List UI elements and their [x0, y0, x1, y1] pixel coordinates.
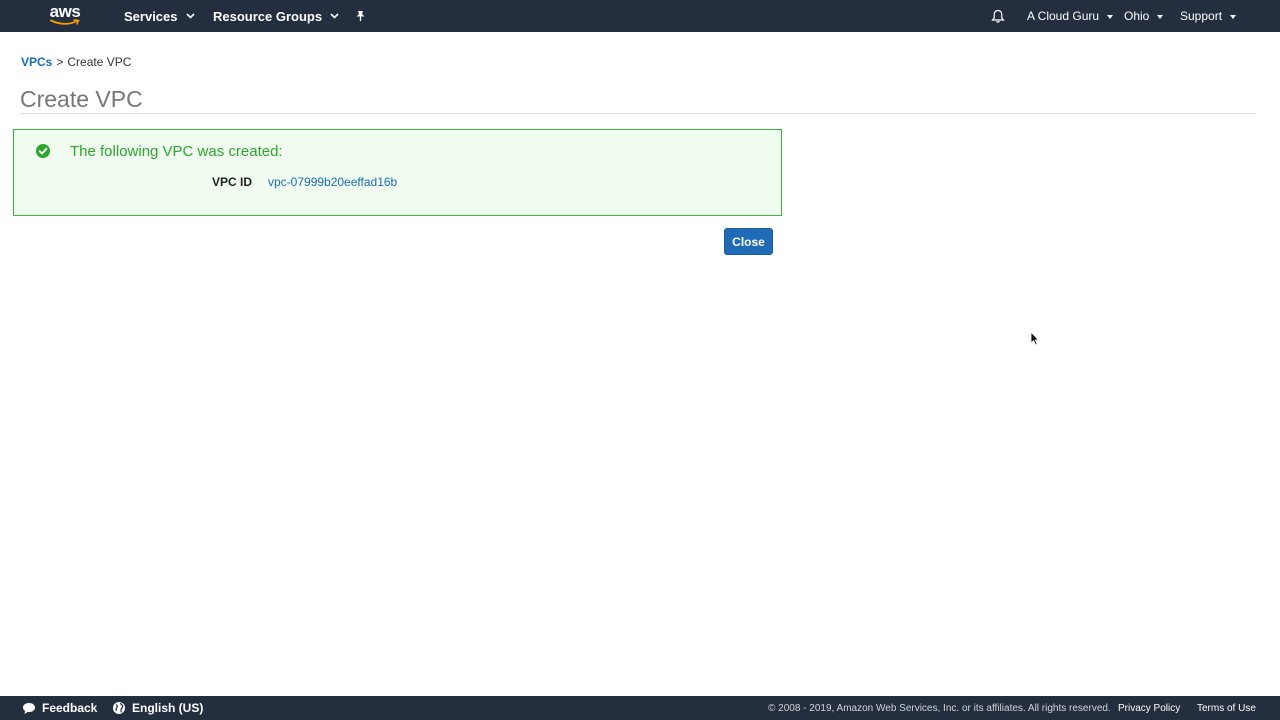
vpc-id-link[interactable]: vpc-07999b20eeffad16b [268, 175, 397, 189]
bell-icon [991, 9, 1005, 23]
check-circle-icon [36, 144, 50, 158]
page-title: Create VPC [20, 86, 143, 112]
aws-logo-text: aws [49, 2, 81, 21]
language-label: English (US) [132, 701, 204, 715]
chevron-down-icon [330, 13, 339, 19]
notifications-button[interactable] [991, 0, 1005, 32]
privacy-policy-link[interactable]: Privacy Policy [1118, 696, 1180, 720]
chevron-down-icon [185, 13, 195, 19]
success-alert: The following VPC was created: VPC ID vp… [13, 129, 782, 216]
language-selector[interactable]: English (US) [112, 696, 203, 720]
breadcrumb-current: Create VPC [67, 55, 132, 69]
aws-logo[interactable]: aws [47, 3, 83, 29]
services-menu[interactable]: Services [124, 0, 195, 32]
vpc-id-label: VPC ID [212, 175, 253, 189]
mouse-cursor-icon [1030, 331, 1040, 346]
resource-groups-menu[interactable]: Resource Groups [213, 0, 339, 32]
title-divider [20, 113, 1256, 114]
support-menu-label: Support [1180, 9, 1223, 23]
globe-icon [113, 702, 125, 714]
support-menu[interactable]: Support [1180, 0, 1237, 32]
breadcrumb-vpcs-link[interactable]: VPCs [21, 55, 52, 69]
caret-down-icon [1157, 14, 1164, 19]
feedback-label: Feedback [42, 701, 98, 715]
caret-down-icon [1107, 14, 1114, 19]
terms-of-use-link[interactable]: Terms of Use [1197, 696, 1256, 720]
speech-bubble-icon [23, 702, 35, 714]
account-menu-label: A Cloud Guru [1027, 9, 1100, 23]
breadcrumb-separator: > [56, 55, 64, 69]
account-menu[interactable]: A Cloud Guru [1027, 0, 1114, 32]
copyright-text: © 2008 - 2019, Amazon Web Services, Inc.… [768, 702, 1111, 714]
close-button[interactable]: Close [724, 228, 773, 255]
services-menu-label: Services [124, 8, 178, 24]
pin-icon [356, 11, 365, 21]
resource-groups-label: Resource Groups [213, 8, 323, 24]
feedback-button[interactable]: Feedback [22, 696, 97, 720]
region-menu-label: Ohio [1124, 9, 1150, 23]
region-menu[interactable]: Ohio [1124, 0, 1164, 32]
pin-button[interactable] [355, 0, 366, 32]
caret-down-icon [1230, 14, 1237, 19]
top-navigation-bar: aws Services Resource Groups A Cloud Gur… [0, 0, 1280, 32]
breadcrumb: VPCs > Create VPC [21, 55, 131, 69]
success-message: The following VPC was created: [70, 143, 283, 160]
footer-bar: Feedback English (US) © 2008 - 2019, Ama… [0, 696, 1280, 720]
aws-smile-icon [50, 19, 80, 25]
